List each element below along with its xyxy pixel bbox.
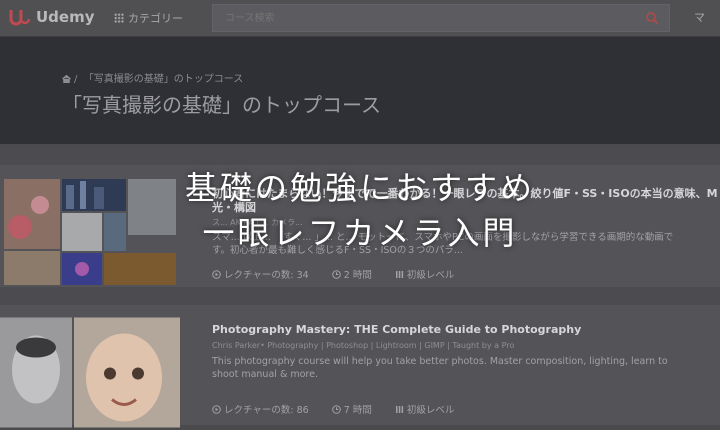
course-thumbnail[interactable] <box>0 315 180 430</box>
category-label: カテゴリー <box>128 12 183 25</box>
hero-banner: / 「写真撮影の基礎」のトップコース 「写真撮影の基礎」のトップコース <box>0 37 720 144</box>
search-bar[interactable] <box>212 4 670 32</box>
overlay-headline-line2: 一眼レフカメラ入門 <box>202 214 518 252</box>
course-duration: 2 時間 <box>331 270 382 281</box>
clock-icon <box>331 405 341 414</box>
my-courses-link[interactable]: マ <box>694 9 705 25</box>
course-stats: レクチャーの数: 86 7 時間 初級レベル <box>212 402 474 416</box>
clock-icon <box>331 270 341 279</box>
breadcrumb-separator: / <box>74 74 84 85</box>
lecture-count: レクチャーの数: 34 <box>212 270 319 281</box>
search-input[interactable] <box>223 10 607 26</box>
top-navbar: Udemy カテゴリー マ <box>0 0 720 37</box>
page-title: 「写真撮影の基礎」のトップコース <box>62 93 381 117</box>
level-bars-icon <box>395 271 403 278</box>
play-circle-icon <box>212 405 221 414</box>
search-icon[interactable] <box>645 11 659 25</box>
course-duration: 7 時間 <box>331 405 382 416</box>
home-icon[interactable] <box>62 75 71 83</box>
level-bars-icon <box>395 406 403 413</box>
course-stats: レクチャーの数: 34 2 時間 初級レベル <box>212 267 474 281</box>
lecture-count: レクチャーの数: 86 <box>212 405 319 416</box>
udemy-logo-icon[interactable] <box>8 6 30 28</box>
course-level: 初級レベル <box>395 270 465 281</box>
grid-icon <box>114 13 124 23</box>
course-description: This photography course will help you ta… <box>212 356 668 380</box>
course-instructor: Chris Parker• Photography | Photoshop | … <box>212 341 515 350</box>
breadcrumb: / 「写真撮影の基礎」のトップコース <box>62 70 243 85</box>
play-circle-icon <box>212 270 221 279</box>
breadcrumb-current[interactable]: 「写真撮影の基礎」のトップコース <box>84 74 244 85</box>
overlay-headline-line1: 基礎の勉強におすすめ <box>184 169 535 207</box>
page: Udemy カテゴリー マ / 「写真撮影の基礎」のトップコース 「写真撮影の基… <box>0 0 720 428</box>
course-title[interactable]: Photography Mastery: THE Complete Guide … <box>212 323 581 336</box>
course-card[interactable]: Photography Mastery: THE Complete Guide … <box>0 305 720 428</box>
course-level: 初級レベル <box>395 405 465 416</box>
brand-name[interactable]: Udemy <box>36 8 95 26</box>
category-button[interactable]: カテゴリー <box>114 10 183 26</box>
